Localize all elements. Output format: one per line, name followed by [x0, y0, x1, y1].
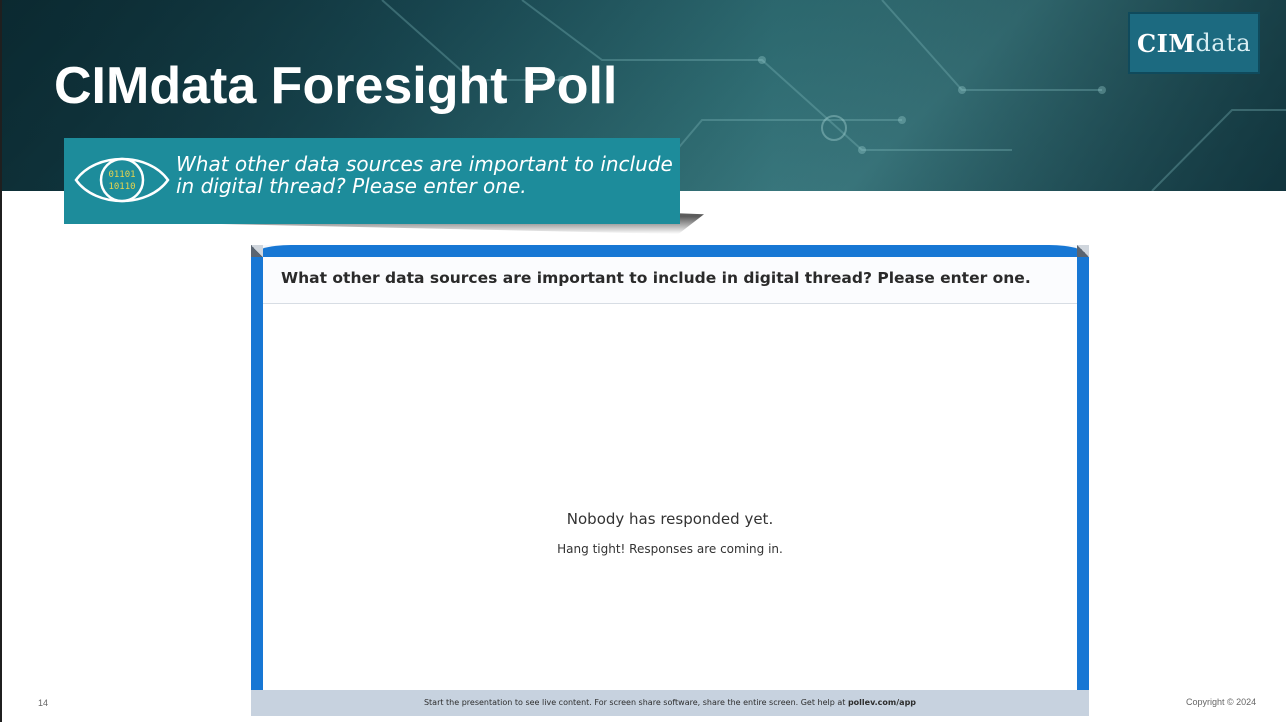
poll-frame-left [251, 245, 263, 716]
resize-handle-top-right[interactable] [1077, 245, 1089, 257]
resize-handle-top-left[interactable] [251, 245, 263, 257]
logo-strong-text: CIM [1136, 28, 1196, 58]
poll-footer: Start the presentation to see live conte… [251, 690, 1089, 716]
empty-state-submessage: Hang tight! Responses are coming in. [557, 542, 783, 556]
question-callout: 01101 10110 What other data sources are … [64, 138, 680, 224]
poll-header: What other data sources are important to… [263, 257, 1077, 304]
poll-embed: What other data sources are important to… [251, 245, 1089, 716]
eye-binary-line2: 10110 [108, 182, 135, 192]
page-title: CIMdata Foresight Poll [54, 57, 618, 115]
poll-results-area: Nobody has responded yet. Hang tight! Re… [263, 304, 1077, 690]
logo-thin-text: data [1195, 29, 1252, 57]
poll-frame-top [251, 245, 1089, 257]
eye-icon: 01101 10110 [74, 157, 170, 203]
poll-frame-right [1077, 245, 1089, 716]
footer-text: Start the presentation to see live conte… [423, 698, 848, 707]
footer-help-link[interactable]: pollev.com/app [848, 698, 916, 707]
poll-question: What other data sources are important to… [281, 269, 1031, 287]
empty-state-message: Nobody has responded yet. [566, 510, 774, 528]
copyright-text: Copyright © 2024 [1186, 697, 1257, 707]
callout-question-text: What other data sources are important to… [176, 152, 673, 198]
slide: CIMdata Foresight Poll CIM data 01101 101… [0, 0, 1286, 722]
cimdata-logo: CIM data [1128, 12, 1260, 74]
eye-binary-line1: 01101 [108, 170, 135, 180]
slide-number: 14 [38, 698, 49, 708]
